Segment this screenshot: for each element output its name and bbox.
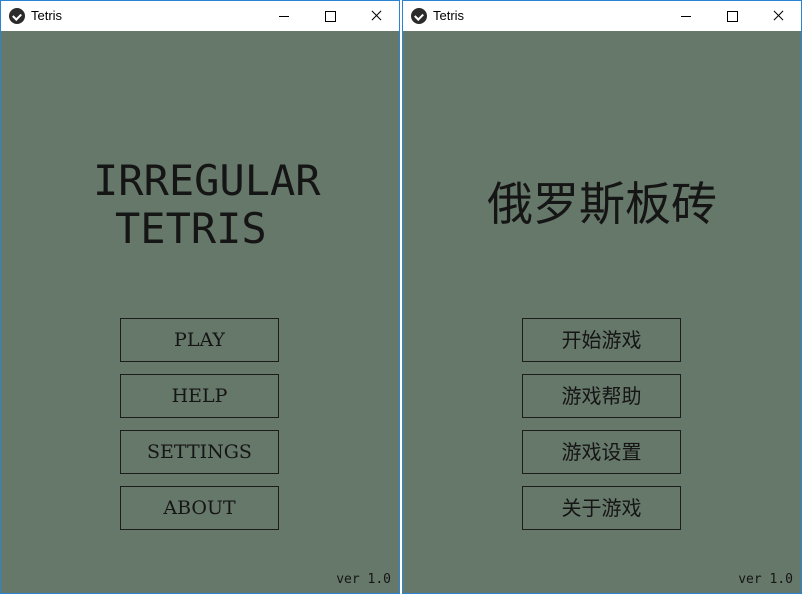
settings-button[interactable]: SETTINGS — [120, 430, 279, 474]
minimize-icon[interactable] — [663, 1, 709, 31]
app-icon — [9, 8, 25, 24]
minimize-icon[interactable] — [261, 1, 307, 31]
app-icon — [411, 8, 427, 24]
tetris-window-english: Tetris IRREGULAR TETRIS PLAY HELP SETTIN… — [0, 0, 400, 594]
maximize-icon[interactable] — [307, 1, 353, 31]
tetris-window-chinese: Tetris 俄罗斯板砖 开始游戏 游戏帮助 游戏设置 关于游戏 ver 1.0 — [402, 0, 802, 594]
window-title: Tetris — [433, 8, 465, 23]
screen: Tetris IRREGULAR TETRIS PLAY HELP SETTIN… — [0, 0, 804, 594]
play-button[interactable]: 开始游戏 — [522, 318, 681, 362]
window-title: Tetris — [31, 8, 63, 23]
settings-button[interactable]: 游戏设置 — [522, 430, 681, 474]
game-menu: 俄罗斯板砖 开始游戏 游戏帮助 游戏设置 关于游戏 ver 1.0 — [403, 31, 801, 593]
version-label: ver 1.0 — [738, 572, 793, 587]
game-logo: 俄罗斯板砖 — [487, 177, 717, 231]
title-bar[interactable]: Tetris — [403, 1, 801, 31]
game-logo-line-1: IRREGULAR — [93, 156, 321, 205]
title-bar[interactable]: Tetris — [1, 1, 399, 31]
play-button[interactable]: PLAY — [120, 318, 279, 362]
game-logo-line-2: TETRIS — [115, 204, 267, 253]
about-button[interactable]: 关于游戏 — [522, 486, 681, 530]
help-button[interactable]: HELP — [120, 374, 279, 418]
close-icon[interactable] — [755, 1, 801, 31]
about-button[interactable]: ABOUT — [120, 486, 279, 530]
game-menu: IRREGULAR TETRIS PLAY HELP SETTINGS ABOU… — [1, 31, 399, 593]
version-label: ver 1.0 — [336, 572, 391, 587]
help-button[interactable]: 游戏帮助 — [522, 374, 681, 418]
maximize-icon[interactable] — [709, 1, 755, 31]
close-icon[interactable] — [353, 1, 399, 31]
